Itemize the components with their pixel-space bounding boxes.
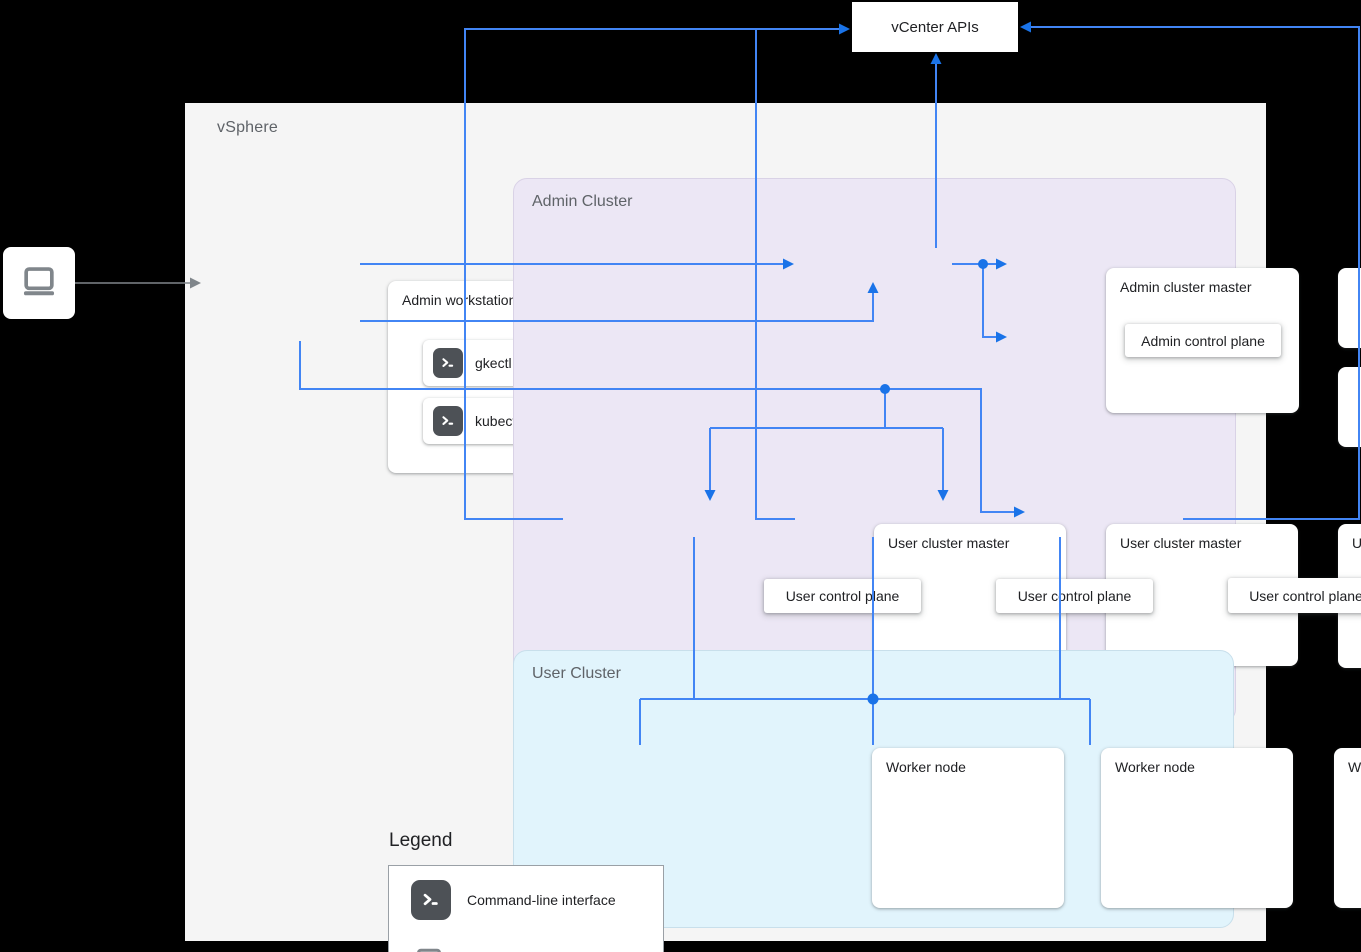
legend-title: Legend	[389, 830, 453, 851]
user-cluster-master-title: User cluster master	[1120, 535, 1242, 551]
admin-control-plane-box: Admin control plane	[1125, 324, 1281, 357]
terminal-icon	[433, 406, 463, 436]
worker-node-label: Worker node	[1348, 759, 1361, 775]
laptop-icon	[17, 259, 61, 308]
worker-node-label: Worker node	[886, 759, 966, 775]
user-control-plane-box: User control plane	[764, 579, 921, 613]
laptop-icon	[411, 942, 447, 952]
legend-item-cli: Command-line interface	[411, 880, 616, 920]
legend-cli-label: Command-line interface	[467, 892, 616, 908]
architecture-diagram: vCenter APIs vSphere Admin workstation g…	[0, 0, 1361, 952]
admin-cluster-panel: Admin Cluster Admin cluster master Admin…	[513, 178, 1361, 723]
terminal-icon	[433, 348, 463, 378]
gkectl-label: gkectl	[475, 355, 512, 371]
worker-node-box: Worker node	[1101, 748, 1293, 908]
vsphere-label: vSphere	[217, 119, 278, 136]
legend-item-user: User	[411, 942, 493, 952]
user-cluster-master-title: User cluster master	[1352, 535, 1361, 551]
user-control-plane-label: User control plane	[1249, 587, 1361, 604]
user-cluster-label: User Cluster	[532, 665, 621, 682]
user-cluster-master-title: User cluster master	[888, 535, 1010, 551]
user-control-plane-label: User control plane	[1017, 588, 1132, 604]
user-box	[3, 247, 75, 319]
addons-label: Add-ons	[1338, 367, 1361, 447]
admin-cluster-label: Admin Cluster	[532, 193, 633, 210]
addons-box: Add-ons	[1338, 268, 1361, 348]
admin-workstation-title: Admin workstation	[402, 292, 517, 308]
user-control-plane-label: User control plane	[785, 588, 900, 604]
arrowhead	[839, 23, 850, 35]
worker-node-box: Worker node	[1334, 748, 1361, 908]
user-control-plane-box: User control plane	[1228, 578, 1361, 613]
worker-node-label: Worker node	[1115, 759, 1195, 775]
arrowhead	[930, 53, 942, 64]
terminal-icon	[411, 880, 451, 920]
addons-box: Add-ons	[1338, 367, 1361, 447]
arrowhead	[1020, 21, 1031, 33]
admin-control-plane-label: Admin control plane	[1141, 332, 1265, 349]
vsphere-panel: vSphere Admin workstation gkectl kubectl…	[185, 103, 1361, 952]
vcenter-apis-box: vCenter APIs	[852, 2, 1018, 52]
addons-label: Add-ons	[1338, 268, 1361, 348]
vcenter-apis-label: vCenter APIs	[891, 18, 979, 36]
user-control-plane-box: User control plane	[996, 579, 1153, 613]
legend-box: Command-line interface User Control plan…	[388, 865, 664, 952]
worker-node-box: Worker node	[872, 748, 1064, 908]
admin-cluster-master-title: Admin cluster master	[1120, 279, 1252, 295]
